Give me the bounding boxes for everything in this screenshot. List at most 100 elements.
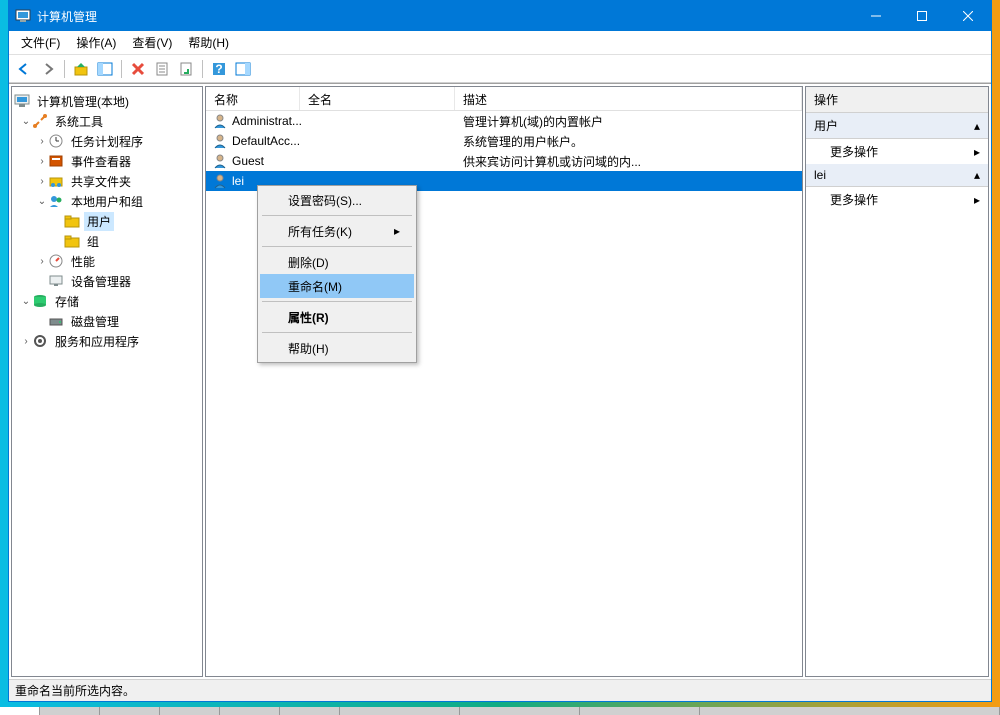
ctx-separator — [262, 215, 412, 216]
refresh-button[interactable] — [175, 58, 197, 80]
menu-help[interactable]: 帮助(H) — [180, 31, 237, 54]
tree-root[interactable]: 计算机管理(本地) — [12, 91, 202, 111]
column-header-description[interactable]: 描述 — [455, 87, 802, 110]
show-action-pane-button[interactable] — [232, 58, 254, 80]
up-button[interactable] — [70, 58, 92, 80]
cell-description: 管理计算机(域)的内置帐户 — [455, 113, 802, 130]
user-icon — [212, 113, 228, 129]
taskbar-strip — [0, 707, 1000, 715]
delete-button[interactable] — [127, 58, 149, 80]
tree-event-viewer[interactable]: › 事件查看器 — [12, 151, 202, 171]
show-hide-tree-button[interactable] — [94, 58, 116, 80]
tree-label: 设备管理器 — [68, 272, 134, 291]
cell-name: DefaultAcc... — [206, 133, 300, 149]
expander-icon[interactable]: › — [36, 256, 48, 267]
column-header-fullname[interactable]: 全名 — [300, 87, 455, 110]
cell-name: Guest — [206, 153, 300, 169]
tree-pane[interactable]: 计算机管理(本地) ⌄ 系统工具 › 任务计划程序 › 事件查看器 › 共享文件… — [11, 86, 203, 677]
menu-action[interactable]: 操作(A) — [68, 31, 124, 54]
actions-more-1[interactable]: 更多操作 ▸ — [806, 139, 988, 164]
cell-name: Administrat... — [206, 113, 300, 129]
user-icon — [212, 133, 228, 149]
clock-icon — [48, 133, 64, 149]
ctx-rename[interactable]: 重命名(M) — [260, 274, 414, 298]
forward-button[interactable] — [37, 58, 59, 80]
actions-item-label: 更多操作 — [830, 143, 878, 160]
menu-view[interactable]: 查看(V) — [124, 31, 180, 54]
expander-icon[interactable]: › — [36, 176, 48, 187]
actions-group-label: 用户 — [814, 117, 838, 134]
actions-group-users[interactable]: 用户 ▴ — [806, 113, 988, 139]
expander-icon[interactable]: › — [36, 156, 48, 167]
ctx-separator — [262, 332, 412, 333]
list-row[interactable]: Guest 供来宾访问计算机或访问域的内... — [206, 151, 802, 171]
tree-services-apps[interactable]: › 服务和应用程序 — [12, 331, 202, 351]
ctx-separator — [262, 301, 412, 302]
toolbar: ? — [9, 55, 991, 83]
svg-text:?: ? — [215, 62, 222, 76]
device-icon — [48, 273, 64, 289]
tree-shared-folders[interactable]: › 共享文件夹 — [12, 171, 202, 191]
toolbar-separator — [64, 60, 65, 78]
chevron-right-icon: ▸ — [974, 145, 980, 159]
collapse-icon: ▴ — [974, 119, 980, 133]
tree-task-scheduler[interactable]: › 任务计划程序 — [12, 131, 202, 151]
maximize-button[interactable] — [899, 1, 945, 31]
help-button[interactable]: ? — [208, 58, 230, 80]
expander-icon[interactable]: ⌄ — [20, 296, 32, 307]
expander-icon[interactable]: ⌄ — [20, 116, 32, 127]
user-icon — [212, 173, 228, 189]
menu-file[interactable]: 文件(F) — [13, 31, 68, 54]
tree-local-users-groups[interactable]: ⌄ 本地用户和组 — [12, 191, 202, 211]
expander-icon[interactable]: › — [20, 336, 32, 347]
actions-more-2[interactable]: 更多操作 ▸ — [806, 187, 988, 212]
tree-disk-management[interactable]: 磁盘管理 — [12, 311, 202, 331]
ctx-all-tasks[interactable]: 所有任务(K)▸ — [260, 219, 414, 243]
tree-label: 存储 — [52, 292, 82, 311]
computer-management-window: 计算机管理 文件(F) 操作(A) 查看(V) 帮助(H) ? — [8, 0, 992, 702]
list-row[interactable]: Administrat... 管理计算机(域)的内置帐户 — [206, 111, 802, 131]
actions-pane: 操作 用户 ▴ 更多操作 ▸ lei ▴ 更多操作 ▸ — [805, 86, 989, 677]
tree-device-manager[interactable]: 设备管理器 — [12, 271, 202, 291]
chevron-right-icon: ▸ — [974, 193, 980, 207]
expander-icon[interactable]: › — [36, 136, 48, 147]
close-button[interactable] — [945, 1, 991, 31]
window-controls — [853, 1, 991, 31]
event-icon — [48, 153, 64, 169]
tree-performance[interactable]: › 性能 — [12, 251, 202, 271]
ctx-set-password[interactable]: 设置密码(S)... — [260, 188, 414, 212]
services-icon — [32, 333, 48, 349]
actions-group-label: lei — [814, 168, 826, 182]
shared-folder-icon — [48, 173, 64, 189]
window-title: 计算机管理 — [37, 8, 853, 25]
collapse-icon: ▴ — [974, 168, 980, 182]
tools-icon — [32, 113, 48, 129]
tree-label: 服务和应用程序 — [52, 332, 142, 351]
expander-icon[interactable]: ⌄ — [36, 196, 48, 207]
tree-groups[interactable]: 组 — [12, 231, 202, 251]
tree-label: 磁盘管理 — [68, 312, 122, 331]
tree-label: 任务计划程序 — [68, 132, 146, 151]
ctx-help[interactable]: 帮助(H) — [260, 336, 414, 360]
list-pane: 名称 全名 描述 Administrat...管理计算机(域)的内置帐户Defa… — [205, 86, 803, 677]
titlebar[interactable]: 计算机管理 — [9, 1, 991, 31]
users-icon — [48, 193, 64, 209]
list-row[interactable]: DefaultAcc...系统管理的用户帐户。 — [206, 131, 802, 151]
ctx-properties[interactable]: 属性(R) — [260, 305, 414, 329]
cell-description: 供来宾访问计算机或访问域的内... — [455, 153, 802, 170]
tree-system-tools[interactable]: ⌄ 系统工具 — [12, 111, 202, 131]
tree-users[interactable]: 用户 — [12, 211, 202, 231]
minimize-button[interactable] — [853, 1, 899, 31]
tree-label: 系统工具 — [52, 112, 106, 131]
properties-button[interactable] — [151, 58, 173, 80]
storage-icon — [32, 293, 48, 309]
app-icon — [15, 8, 31, 24]
user-name-label: Administrat... — [232, 114, 302, 128]
toolbar-separator — [121, 60, 122, 78]
ctx-delete[interactable]: 删除(D) — [260, 250, 414, 274]
column-header-name[interactable]: 名称 — [206, 87, 300, 110]
back-button[interactable] — [13, 58, 35, 80]
user-name-label: lei — [232, 174, 244, 188]
actions-group-lei[interactable]: lei ▴ — [806, 164, 988, 187]
tree-storage[interactable]: ⌄ 存储 — [12, 291, 202, 311]
